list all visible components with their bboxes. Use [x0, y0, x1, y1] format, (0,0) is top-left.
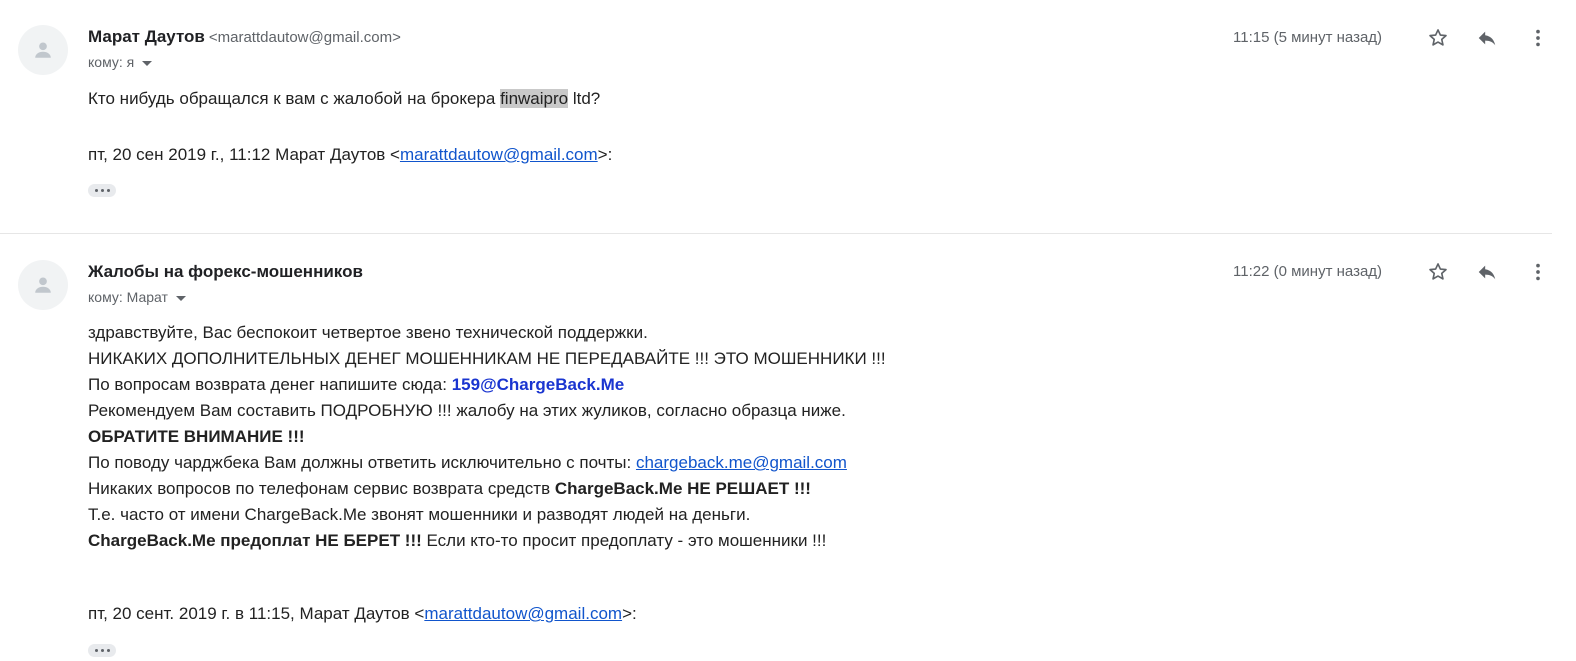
sender: Жалобы на форекс-мошенников	[88, 262, 363, 282]
body-line: Никаких вопросов по телефонам сервис воз…	[88, 476, 886, 502]
sender-avatar[interactable]	[18, 25, 68, 75]
sender-email[interactable]: <marattdautow@gmail.com>	[209, 29, 401, 46]
quote-text: >:	[597, 145, 613, 164]
quote-text: пт, 20 сент. 2019 г. в 11:15, Марат Даут…	[88, 604, 425, 623]
more-vert-icon	[1536, 29, 1540, 47]
ellipsis-icon	[100, 649, 104, 652]
body-text: Если кто-то просит предоплату - это моше…	[421, 531, 827, 550]
body-line: здравствуйте, Вас беспокоит четвертое зв…	[88, 323, 648, 342]
body-text: ltd?	[568, 89, 601, 108]
quote-header: пт, 20 сент. 2019 г. в 11:15, Марат Даут…	[88, 601, 637, 627]
body-text: По поводу чарджбека Вам должны ответить …	[88, 453, 636, 472]
message-body-line: Кто нибудь обращался к вам с жалобой на …	[88, 86, 600, 112]
body-line: По поводу чарджбека Вам должны ответить …	[88, 450, 886, 476]
bold-text: ChargeBack.Me предоплат НЕ БЕРЕТ !!!	[88, 531, 422, 550]
highlighted-text: finwaipro	[500, 89, 569, 108]
recipient-label: кому: Марат	[88, 289, 168, 305]
email-message-1: Марат Даутов <marattdautow@gmail.com> ком…	[0, 0, 1576, 234]
ellipsis-icon	[94, 649, 98, 652]
reply-icon	[1478, 265, 1496, 280]
ellipsis-icon	[100, 189, 104, 192]
email-message-2: Жалобы на форекс-мошенников кому: Марат …	[0, 234, 1576, 661]
reply-button[interactable]	[1473, 258, 1501, 286]
message-time[interactable]: 11:15 (5 минут назад)	[1233, 29, 1382, 46]
quote-text: >:	[622, 604, 637, 623]
body-line: ОБРАТИТЕ ВНИМАНИЕ !!!	[88, 427, 305, 446]
caret-down-icon[interactable]	[175, 295, 186, 301]
body-line: НИКАКИХ ДОПОЛНИТЕЛЬНЫХ ДЕНЕГ МОШЕННИКАМ …	[88, 349, 886, 368]
sender-name[interactable]: Жалобы на форекс-мошенников	[88, 262, 363, 281]
bold-text: ChargeBack.Me НЕ РЕШАЕТ !!!	[554, 479, 811, 498]
sender-name[interactable]: Марат Даутов	[88, 27, 205, 46]
body-line: По вопросам возврата денег напишите сюда…	[88, 372, 886, 398]
message-time[interactable]: 11:22 (0 минут назад)	[1233, 263, 1382, 280]
recipient-line: кому: я	[88, 54, 153, 70]
quote-email-link[interactable]: marattdautow@gmail.com	[400, 145, 598, 164]
body-text: Кто нибудь обращался к вам с жалобой на …	[88, 89, 501, 108]
sender-avatar[interactable]	[18, 260, 68, 310]
more-options-button[interactable]	[1524, 24, 1552, 52]
caret-down-icon[interactable]	[142, 60, 153, 66]
sender: Марат Даутов <marattdautow@gmail.com>	[88, 27, 401, 47]
support-email[interactable]: 159@ChargeBack.Me	[452, 375, 625, 394]
star-button[interactable]	[1424, 258, 1452, 286]
body-line: ChargeBack.Me предоплат НЕ БЕРЕТ !!! Есл…	[88, 528, 886, 554]
quote-text: пт, 20 сен 2019 г., 11:12 Марат Даутов <	[88, 145, 400, 164]
body-line: Рекомендуем Вам составить ПОДРОБНУЮ !!! …	[88, 401, 846, 420]
body-line: Т.е. часто от имени ChargeBack.Me звонят…	[88, 505, 751, 524]
person-icon	[35, 277, 51, 293]
message-body: здравствуйте, Вас беспокоит четвертое зв…	[88, 320, 886, 554]
reply-icon	[1478, 31, 1496, 46]
ellipsis-icon	[106, 189, 110, 192]
ellipsis-icon	[94, 189, 98, 192]
star-icon	[1429, 263, 1447, 280]
reply-button[interactable]	[1473, 24, 1501, 52]
more-options-button[interactable]	[1524, 258, 1552, 286]
chargeback-email-link[interactable]: chargeback.me@gmail.com	[636, 453, 847, 472]
body-text: Никаких вопросов по телефонам сервис воз…	[88, 479, 555, 498]
person-icon	[35, 42, 51, 58]
recipient-line: кому: Марат	[88, 289, 186, 305]
show-trimmed-content-button[interactable]	[88, 644, 116, 657]
body-text: По вопросам возврата денег напишите сюда…	[88, 375, 452, 394]
quote-email-link[interactable]: marattdautow@gmail.com	[424, 604, 622, 623]
quote-header: пт, 20 сен 2019 г., 11:12 Марат Даутов <…	[88, 142, 612, 168]
more-vert-icon	[1536, 263, 1540, 281]
recipient-label: кому: я	[88, 54, 135, 70]
ellipsis-icon	[106, 649, 110, 652]
star-icon	[1429, 29, 1447, 46]
star-button[interactable]	[1424, 24, 1452, 52]
show-trimmed-content-button[interactable]	[88, 184, 116, 197]
